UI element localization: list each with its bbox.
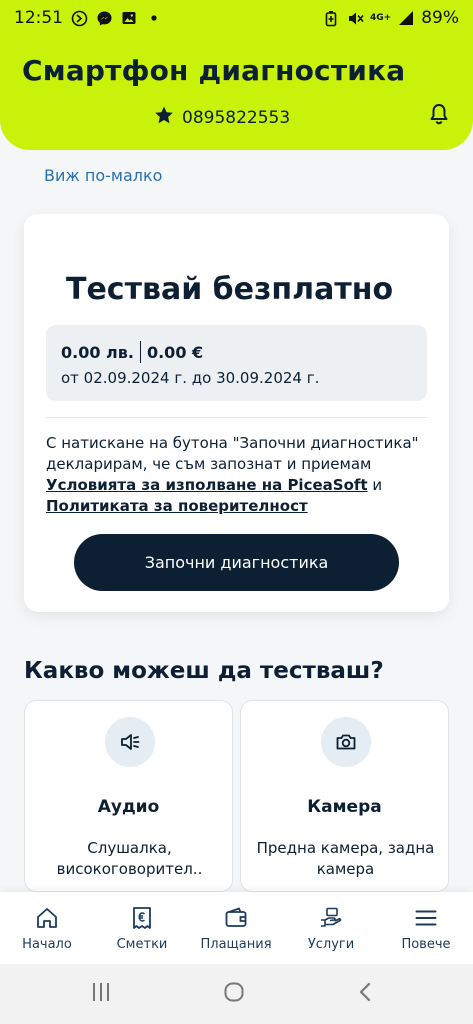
back-chevron-icon [355,981,377,1007]
page-title: Смартфон диагностика [22,54,406,87]
recent-apps-button[interactable] [86,980,116,1008]
blocked-call-icon [70,9,88,27]
services-icon [317,904,345,932]
phone-number-selector[interactable]: 0895822553 [154,105,290,130]
nav-item-services[interactable]: Услуги [286,892,376,964]
back-button[interactable] [351,980,381,1008]
nav-label: Повече [401,937,451,952]
nav-label: Плащания [200,937,272,952]
price-box: 0.00 лв. 0.00 € от 02.09.2024 г. до 30.0… [46,325,427,401]
status-bar: 12:51 4G+ 89% [0,0,473,36]
battery-level: 89% [421,8,459,28]
card-title: Тествай безплатно [66,272,394,307]
nav-label: Начало [22,937,72,952]
features-title: Какво можеш да тестваш? [24,658,384,684]
divider [46,417,427,418]
nav-item-more[interactable]: Повече [381,892,471,964]
feature-card-audio[interactable]: Аудио Слушалка, високоговорител.. [24,700,233,892]
home-button[interactable] [219,980,249,1008]
wallet-icon [222,904,250,932]
dot-icon [145,9,163,27]
home-circle-icon [223,981,245,1007]
feature-description: Предна камера, задна камера [256,839,435,878]
menu-icon [412,904,440,932]
nav-label: Услуги [307,937,355,952]
speaker-icon [105,717,155,767]
terms-and: и [367,476,383,494]
feature-card-camera[interactable]: Камера Предна камера, задна камера [240,700,449,892]
system-navigation-bar [0,964,473,1024]
battery-saver-icon [322,9,340,27]
terms-text: С натискане на бутона "Започни диагности… [46,433,431,517]
nav-item-bills[interactable]: Сметки [97,892,187,964]
feature-name: Камера [307,797,382,817]
messenger-icon [95,9,113,27]
app-screen: 12:51 4G+ 89% Смартфон диагностика 08958… [0,0,473,1024]
price-period: от 02.09.2024 г. до 30.09.2024 г. [61,369,320,387]
gallery-icon [120,9,138,27]
price-line: 0.00 лв. 0.00 € [61,341,203,363]
notifications-button[interactable] [425,102,453,130]
mute-icon [346,9,364,27]
bottom-navigation: Начало Сметки Плащания Услуги Повече [0,892,473,964]
price-eur: 0.00 € [146,342,204,362]
bell-icon [427,102,451,130]
bill-icon [128,904,156,932]
network-type: 4G+ [370,13,392,23]
price-bgn: 0.00 лв. [61,342,134,362]
terms-prefix: С натискане на бутона "Започни диагности… [46,434,419,473]
privacy-link[interactable]: Политиката за поверителност [46,497,308,515]
status-time: 12:51 [14,8,63,28]
feature-name: Аудио [97,797,160,817]
recent-apps-icon [90,981,112,1007]
see-less-link[interactable]: Виж по-малко [44,166,162,185]
nav-label: Сметки [116,937,168,952]
terms-link[interactable]: Условията за изполване на PiceaSoft [46,476,368,494]
signal-icon [397,9,415,27]
start-diagnostics-button[interactable]: Започни диагностика [74,534,399,591]
nav-item-home[interactable]: Начало [2,892,92,964]
app-header: Смартфон диагностика 0895822553 [0,36,473,150]
nav-item-payments[interactable]: Плащания [191,892,281,964]
feature-description: Слушалка, високоговорител.. [56,839,203,878]
home-icon [33,904,61,932]
price-separator [139,341,141,363]
star-icon [154,105,174,130]
camera-icon [321,717,371,767]
phone-number: 0895822553 [182,107,291,128]
free-test-card: Тествай безплатно 0.00 лв. 0.00 € от 02.… [24,214,449,612]
